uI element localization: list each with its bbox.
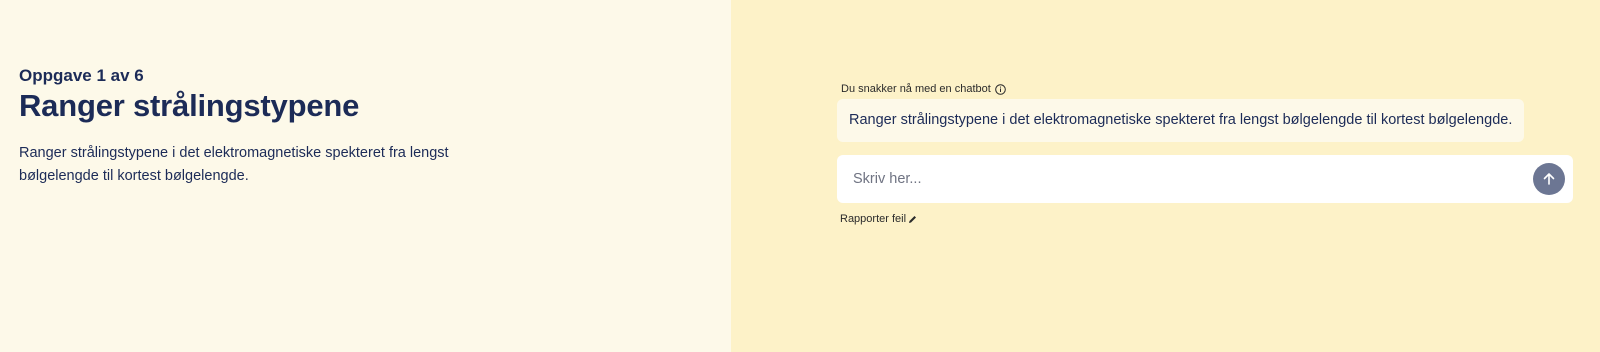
send-button[interactable] [1533, 163, 1565, 195]
report-error-label: Rapporter feil [840, 213, 907, 225]
report-error-link[interactable]: Rapporter feil [837, 213, 1573, 225]
page: Oppgave 1 av 6 Ranger strålingstypene Ra… [0, 0, 1600, 352]
chatbot-notice-label: Du snakker nå med en chatbot [841, 83, 991, 95]
arrow-up-icon [1543, 173, 1555, 185]
pencil-icon [908, 215, 917, 224]
chat-panel: Du snakker nå med en chatbot Ranger strå… [731, 0, 1600, 352]
chat-input[interactable] [851, 170, 1533, 188]
chat-container: Du snakker nå med en chatbot Ranger strå… [837, 82, 1573, 225]
task-title: Ranger strålingstypene [19, 88, 360, 123]
chatbot-notice: Du snakker nå med en chatbot [837, 82, 1573, 96]
chat-message-bubble: Ranger strålingstypene i det elektromagn… [837, 99, 1525, 142]
chat-input-container [837, 155, 1573, 203]
task-counter: Oppgave 1 av 6 [19, 66, 144, 85]
info-icon[interactable] [995, 83, 1006, 95]
task-description: Ranger strålingstypene i det elektromagn… [19, 145, 449, 184]
task-panel: Oppgave 1 av 6 Ranger strålingstypene Ra… [0, 0, 731, 352]
